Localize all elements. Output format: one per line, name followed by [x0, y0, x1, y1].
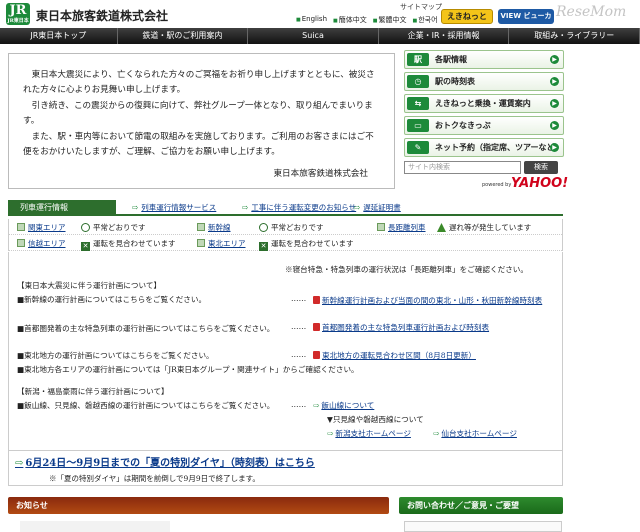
dots: ……: [291, 400, 307, 409]
watermark: ReseMom: [556, 4, 627, 20]
nav-suica[interactable]: Suica: [248, 28, 379, 44]
area-icon: [197, 239, 205, 247]
section-rain-title: 【新潟・福島豪雨に伴う運行計画について】: [17, 387, 169, 396]
pdf-icon: [313, 323, 320, 331]
area-icon: [17, 223, 25, 231]
tab-train-info[interactable]: 列車運行情報: [8, 200, 116, 216]
pdf-icon: [313, 351, 320, 359]
menu-tickets[interactable]: ▭ おトクなきっぷ ▶: [404, 116, 564, 135]
link-tohoku-suspension[interactable]: 東北地方の運転見合わせ区間（8月8日更新）: [322, 351, 476, 360]
lang-traditional-chinese[interactable]: 繁體中文: [373, 15, 406, 25]
area-long-distance[interactable]: 長距離列車: [388, 223, 426, 232]
link-iiyama-line[interactable]: 飯山線について: [321, 401, 374, 410]
arrow-right-icon: ▶: [550, 121, 559, 130]
yahoo-logo: YAHOO!: [511, 176, 569, 191]
lang-english[interactable]: English: [296, 15, 327, 25]
area-kanto[interactable]: 関東エリア: [28, 223, 66, 232]
header: JRJR東日本 東日本旅客鉄道株式会社 サイトマップ English 簡体中文 …: [0, 0, 640, 35]
area-icon: [197, 223, 205, 231]
arrow-right-icon: ▶: [550, 143, 559, 152]
link-niigata-branch[interactable]: 新潟支社ホームページ: [335, 429, 411, 438]
viewcard-button[interactable]: VIEW ビューカード: [498, 9, 554, 35]
dots: ……: [291, 294, 307, 303]
arrow-right-icon: ▶: [550, 77, 559, 86]
menu-net-reservation[interactable]: ✎ ネット予約（指定席、ツアーなど） ▶: [404, 138, 564, 157]
train-info-tabbar: 列車運行情報 列車運行情報サービス 工事に伴う運転変更のお知らせ 遅延証明書: [8, 200, 563, 216]
message-signature: 東日本旅客鉄道株式会社: [273, 168, 368, 179]
search-button[interactable]: 検索: [524, 161, 558, 174]
lang-simplified-chinese[interactable]: 簡体中文: [333, 15, 367, 25]
condolence-message: 東日本大震災により、亡くなられた方々のご冥福をお祈り申し上げますとともに、被災さ…: [8, 53, 395, 189]
delay-status-icon: [437, 223, 446, 232]
nav-railway-guide[interactable]: 鉄道・駅のご利用案内: [118, 28, 249, 44]
link-express-plan[interactable]: 首都圏発着の主な特急列車運行計画および時刻表: [322, 323, 489, 332]
nav-top[interactable]: JR東日本トップ: [0, 28, 118, 44]
status-row: 関東エリア 平常どおりです 新幹線 平常どおりです 長距離列車 遅れ等が発生して…: [9, 219, 562, 235]
link-train-info-service[interactable]: 列車運行情報サービス: [132, 202, 216, 213]
site-search-input[interactable]: サイト内検索: [404, 161, 521, 174]
menu-route-fare[interactable]: ⇆ えきねっと乗換・運賃案内 ▶: [404, 94, 564, 113]
menu-station-info[interactable]: 駅 各駅情報 ▶: [404, 50, 564, 69]
clock-icon: ◷: [407, 75, 429, 88]
language-links: English 簡体中文 繁體中文 한국어: [296, 15, 438, 25]
global-nav: JR東日本トップ 鉄道・駅のご利用案内 Suica 企業・IR・採用情報 取組み…: [0, 28, 640, 44]
summer-schedule-note: ※「夏の特別ダイヤ」は期間を前倒しで9月9日で終了します。: [49, 474, 260, 483]
lang-korean[interactable]: 한국어: [412, 15, 437, 25]
nav-corporate[interactable]: 企業・IR・採用情報: [379, 28, 510, 44]
message-paragraph-2: 引き続き、この震災からの復興に向けて、弊社グループ一体となり、取り組んでまいりま…: [23, 100, 373, 127]
plan-express-text: ■首都圏発着の主な特急列車の運行計画についてはこちらをご覧ください。: [17, 324, 275, 333]
ekinet-button[interactable]: えきねっと: [441, 9, 493, 24]
section-earthquake-title: 【東日本大震災に伴う運行計画について】: [17, 281, 162, 290]
pdf-icon: [313, 296, 320, 304]
link-summer-schedule[interactable]: 6月24日～9月9日までの「夏の特別ダイヤ」（時刻表）はこちら: [15, 454, 315, 469]
dots: ……: [291, 350, 307, 359]
plan-tohoku-areas-text: ■東北地方各エリアの運行計画については「JR東日本グループ・関連サイト」からご確…: [17, 365, 359, 374]
message-paragraph-3: また、駅・車内等において節電の取組みを実施しております。ご利用のお客さまにはご不…: [23, 131, 374, 158]
area-icon: [377, 223, 385, 231]
area-shinetsu[interactable]: 信越エリア: [28, 239, 66, 248]
normal-status-icon: [259, 223, 268, 232]
sitemap-link[interactable]: サイトマップ: [400, 2, 442, 12]
dots: ……: [291, 322, 307, 331]
jr-logo[interactable]: JR JR東日本: [6, 3, 30, 25]
area-icon: [17, 239, 25, 247]
normal-status-icon: [81, 223, 90, 232]
link-shinkansen-plan[interactable]: 新幹線運行計画および当面の間の東北・山形・秋田新幹線時刻表: [322, 296, 542, 305]
link-construction-notice[interactable]: 工事に伴う運転変更のお知らせ: [242, 202, 356, 213]
reserve-icon: ✎: [407, 141, 429, 154]
tadami-note: ▼只見線や磐越西線について: [327, 415, 424, 424]
suspended-status-icon: ✕: [259, 242, 268, 251]
news-header: お知らせ: [8, 497, 389, 514]
quick-menu: 駅 各駅情報 ▶ ◷ 駅の時刻表 ▶ ⇆ えきねっと乗換・運賃案内 ▶ ▭ おト…: [404, 50, 564, 160]
powered-by-label: powered by: [482, 182, 512, 188]
plan-iiyama-text: ■飯山線、只見線、磐越西線の運行計画についてはこちらをご覧ください。: [17, 401, 275, 410]
status-row: 信越エリア ✕ 運転を見合わせています 東北エリア ✕ 運転を見合わせています: [9, 235, 562, 251]
contact-item[interactable]: [404, 521, 562, 532]
nav-library[interactable]: 取組み・ライブラリー: [509, 28, 640, 44]
route-icon: ⇆: [407, 97, 429, 110]
suspended-status-icon: ✕: [81, 242, 90, 251]
plan-tohoku-text: ■東北地方の運行計画についてはこちらをご覧ください。: [17, 351, 214, 360]
contact-header[interactable]: お問い合わせ／ご意見・ご要望: [399, 497, 563, 514]
operation-plans: ※寝台特急・特急列車の運行状況は「長距離列車」をご確認ください。 【東日本大震災…: [8, 252, 563, 451]
station-icon: 駅: [407, 53, 429, 66]
link-sendai-branch[interactable]: 仙台支社ホームページ: [441, 429, 517, 438]
news-item[interactable]: [20, 521, 170, 532]
menu-timetable[interactable]: ◷ 駅の時刻表 ▶: [404, 72, 564, 91]
arrow-right-icon: ▶: [550, 99, 559, 108]
long-distance-note: ※寝台特急・特急列車の運行状況は「長距離列車」をご確認ください。: [285, 265, 528, 274]
plan-shinkansen-text: ■新幹線の運行計画についてはこちらをご覧ください。: [17, 295, 207, 304]
company-name[interactable]: 東日本旅客鉄道株式会社: [36, 7, 168, 24]
ticket-icon: ▭: [407, 119, 429, 132]
link-delay-certificate[interactable]: 遅延証明書: [354, 202, 401, 213]
area-tohoku[interactable]: 東北エリア: [208, 239, 246, 248]
train-status: 関東エリア 平常どおりです 新幹線 平常どおりです 長距離列車 遅れ等が発生して…: [8, 219, 563, 251]
arrow-right-icon: ▶: [550, 55, 559, 64]
area-shinkansen[interactable]: 新幹線: [208, 223, 231, 232]
summer-schedule: 6月24日～9月9日までの「夏の特別ダイヤ」（時刻表）はこちら ※「夏の特別ダイ…: [8, 451, 563, 486]
message-paragraph-1: 東日本大震災により、亡くなられた方々のご冥福をお祈り申し上げますとともに、被災さ…: [23, 70, 375, 96]
